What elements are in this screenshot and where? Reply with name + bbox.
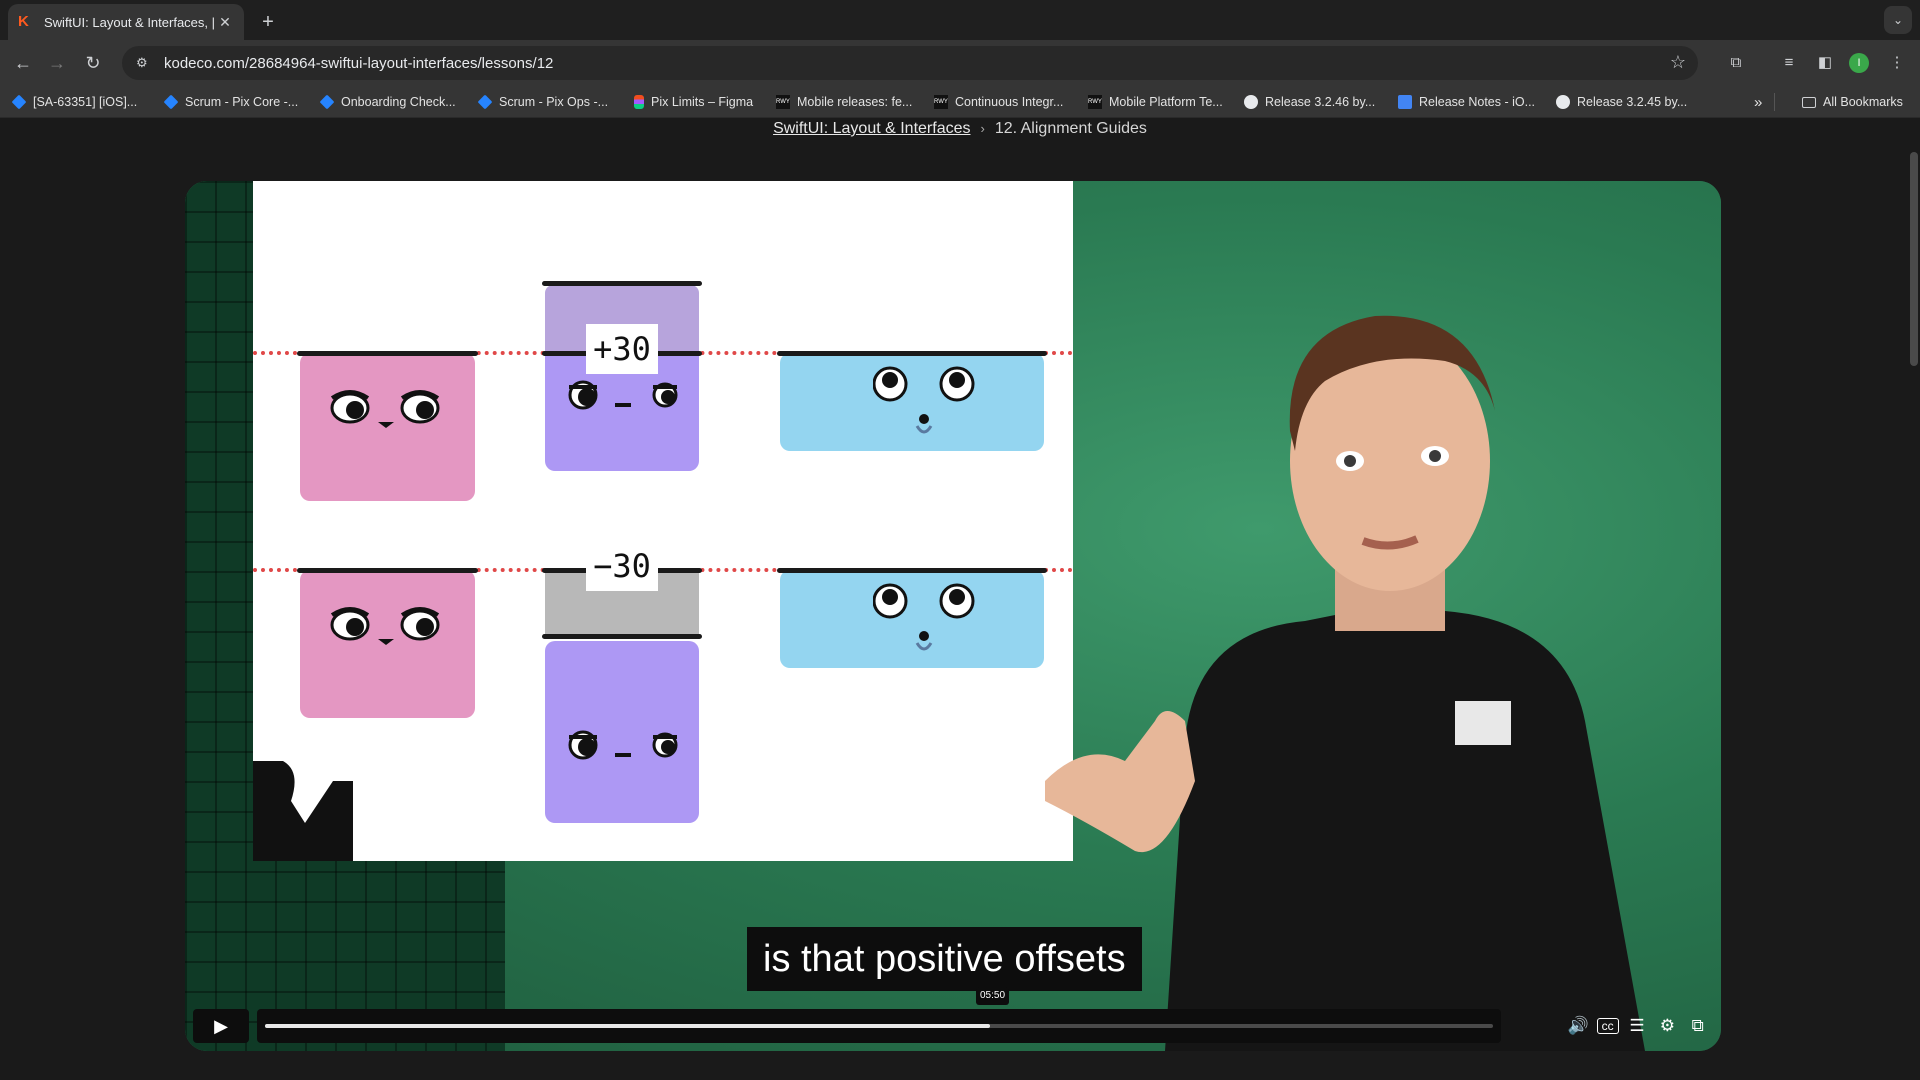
page-scrollbar[interactable] bbox=[1910, 152, 1918, 366]
tab-title: SwiftUI: Layout & Interfaces, | bbox=[44, 14, 216, 30]
progress-fill bbox=[265, 1024, 990, 1028]
side-panel-icon[interactable]: ◧ bbox=[1812, 50, 1838, 76]
tab-active[interactable]: K SwiftUI: Layout & Interfaces, | ✕ bbox=[8, 4, 244, 40]
top-edge-bar bbox=[297, 568, 478, 573]
breadcrumb-chevron-icon: › bbox=[980, 121, 985, 136]
raywenderlich-logo-icon bbox=[253, 761, 353, 861]
video-controls: ▶ 05:50 🔊 cc ☰ ⚙ ⧉ bbox=[193, 987, 1713, 1043]
playlist-icon[interactable]: ☰ bbox=[1625, 1016, 1649, 1036]
volume-icon[interactable]: 🔊 bbox=[1566, 1016, 1590, 1036]
rwy-icon: RWY bbox=[934, 95, 948, 109]
purple-face-icon bbox=[568, 730, 678, 760]
presenter-figure bbox=[1045, 315, 1645, 1051]
bookmark-star-icon[interactable]: ☆ bbox=[1670, 52, 1686, 73]
closed-captions-icon[interactable]: cc bbox=[1596, 1018, 1619, 1034]
bookmark-item[interactable]: Release 3.2.45 by... bbox=[1556, 93, 1687, 111]
breadcrumb-lesson: 12. Alignment Guides bbox=[994, 120, 1147, 137]
browser-toolbar: ← → ↻ ⚙ kodeco.com/28684964-swiftui-layo… bbox=[0, 40, 1920, 86]
bookmark-item[interactable]: Scrum - Pix Core -... bbox=[163, 93, 298, 111]
rwy-icon: RWY bbox=[776, 95, 790, 109]
bookmark-item[interactable]: RWY Mobile Platform Te... bbox=[1088, 93, 1223, 111]
settings-gear-icon[interactable]: ⚙ bbox=[1655, 1016, 1679, 1036]
bookmarks-bar: [SA-63351] [iOS]... Scrum - Pix Core -..… bbox=[0, 86, 1920, 118]
breadcrumb-course-link[interactable]: SwiftUI: Layout & Interfaces bbox=[773, 120, 970, 137]
blue-face-icon bbox=[873, 366, 975, 434]
lesson-slide: +30 −30 bbox=[253, 181, 1073, 861]
tab-strip: K SwiftUI: Layout & Interfaces, | ✕ + ⌄ bbox=[0, 0, 1920, 40]
offset-label-negative: −30 bbox=[586, 541, 658, 591]
github-icon bbox=[1556, 95, 1570, 109]
pink-face-icon bbox=[330, 607, 440, 645]
picture-in-picture-icon[interactable]: ⧉ bbox=[1686, 1016, 1710, 1036]
blue-face-icon bbox=[873, 583, 975, 651]
media-controls-icon[interactable]: ≡ bbox=[1776, 50, 1802, 76]
back-arrow-icon[interactable]: ← bbox=[8, 48, 38, 78]
figma-icon bbox=[634, 95, 644, 109]
all-bookmarks-button[interactable]: All Bookmarks bbox=[1802, 93, 1903, 111]
bookmark-item[interactable]: RWY Continuous Integr... bbox=[934, 93, 1063, 111]
bookmark-item[interactable]: [SA-63351] [iOS]... bbox=[11, 93, 137, 111]
forward-arrow-icon[interactable]: → bbox=[42, 48, 72, 78]
top-edge-bar bbox=[777, 568, 1047, 573]
profile-avatar[interactable]: I bbox=[1849, 53, 1869, 73]
bookmark-item[interactable]: Release 3.2.46 by... bbox=[1244, 93, 1375, 111]
bookmark-item[interactable]: RWY Mobile releases: fe... bbox=[776, 93, 912, 111]
extensions-icon[interactable]: ⧉ bbox=[1723, 50, 1749, 76]
bookmark-item[interactable]: Onboarding Check... bbox=[319, 93, 456, 111]
pink-face-icon bbox=[330, 390, 440, 428]
time-tooltip: 05:50 bbox=[976, 987, 1010, 1005]
player-buttons: 🔊 cc ☰ ⚙ ⧉ bbox=[1563, 1009, 1713, 1043]
top-edge-bar bbox=[297, 351, 478, 356]
jira-icon bbox=[477, 94, 493, 110]
play-icon[interactable]: ▶ bbox=[193, 1009, 249, 1043]
bookmark-item[interactable]: Scrum - Pix Ops -... bbox=[477, 93, 608, 111]
purple-face-icon bbox=[568, 380, 678, 410]
docs-icon bbox=[1398, 95, 1412, 109]
bookmark-item[interactable]: Pix Limits – Figma bbox=[634, 93, 753, 111]
reload-icon[interactable]: ↻ bbox=[78, 48, 108, 78]
video-player[interactable]: +30 −30 is that positive offsets ▶ 05:50… bbox=[185, 181, 1721, 1051]
offset-edge-bar bbox=[542, 281, 702, 286]
new-tab-icon[interactable]: + bbox=[254, 8, 282, 36]
jira-icon bbox=[319, 94, 335, 110]
address-bar[interactable]: ⚙ kodeco.com/28684964-swiftui-layout-int… bbox=[122, 46, 1698, 80]
github-icon bbox=[1244, 95, 1258, 109]
offset-label-positive: +30 bbox=[586, 324, 658, 374]
caption-text: is that positive offsets bbox=[747, 927, 1142, 991]
tab-close-icon[interactable]: ✕ bbox=[216, 13, 234, 31]
offset-edge-bar bbox=[542, 634, 702, 639]
site-settings-icon[interactable]: ⚙ bbox=[136, 55, 158, 71]
kodeco-favicon-icon: K bbox=[18, 13, 29, 30]
breadcrumb: SwiftUI: Layout & Interfaces › 12. Alignme… bbox=[0, 120, 1920, 138]
bookmarks-overflow-icon[interactable]: » bbox=[1754, 93, 1762, 111]
jira-icon bbox=[11, 94, 27, 110]
folder-icon bbox=[1802, 96, 1816, 108]
bookmark-item[interactable]: Release Notes - iO... bbox=[1398, 93, 1535, 111]
jira-icon bbox=[163, 94, 179, 110]
top-edge-bar bbox=[777, 351, 1047, 356]
progress-track[interactable]: 05:50 bbox=[257, 987, 1501, 1043]
tab-search-chevron-icon[interactable]: ⌄ bbox=[1884, 6, 1912, 34]
more-menu-icon[interactable]: ⋮ bbox=[1884, 50, 1910, 76]
rwy-icon: RWY bbox=[1088, 95, 1102, 109]
url-text: kodeco.com/28684964-swiftui-layout-inter… bbox=[164, 54, 554, 72]
bookmarks-divider bbox=[1774, 93, 1775, 111]
